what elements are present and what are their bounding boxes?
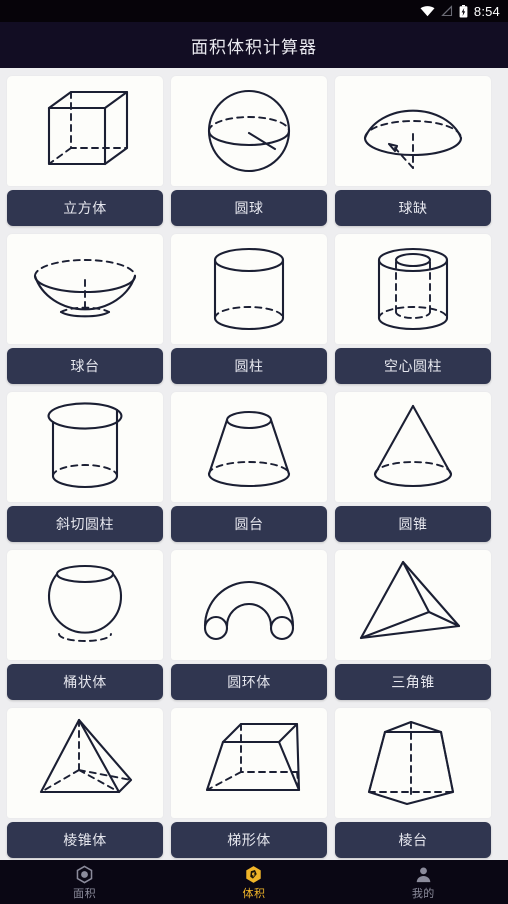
shape-card-label[interactable]: 空心圆柱: [335, 348, 491, 384]
nav-item-label: 体积: [242, 888, 266, 900]
oblique-cylinder-icon: [7, 392, 163, 502]
shape-card-label[interactable]: 球台: [7, 348, 163, 384]
shape-card-label[interactable]: 斜切圆柱: [7, 506, 163, 542]
hexagon-outline-icon: [75, 865, 94, 884]
shape-card[interactable]: 圆环体: [171, 550, 327, 700]
spherical-segment-icon: [7, 234, 163, 344]
person-icon: [414, 865, 433, 884]
shape-card-label[interactable]: 圆球: [171, 190, 327, 226]
status-bar: 8:54: [0, 0, 508, 22]
spherical-cap-icon: [335, 76, 491, 186]
pyramid-icon: [7, 708, 163, 818]
shape-card-label[interactable]: 圆柱: [171, 348, 327, 384]
shape-card[interactable]: 球台: [7, 234, 163, 384]
shape-card-label[interactable]: 圆台: [171, 506, 327, 542]
shape-card[interactable]: 球缺: [335, 76, 491, 226]
page-title: 面积体积计算器: [191, 37, 317, 57]
shape-card[interactable]: 梯形体: [171, 708, 327, 858]
shape-grid: 立方体 圆球 球缺 球台 圆柱 空心圆柱 斜切圆柱 圆台 圆锥 桶状体 圆环体 …: [7, 76, 501, 860]
shape-card[interactable]: 圆球: [171, 76, 327, 226]
app-title-bar: 面积体积计算器: [0, 22, 508, 68]
prismatoid-frustum-icon: [335, 708, 491, 818]
shape-card[interactable]: 桶状体: [7, 550, 163, 700]
shape-card-label[interactable]: 圆锥: [335, 506, 491, 542]
shape-card-label[interactable]: 棱锥体: [7, 822, 163, 858]
shape-card[interactable]: 圆锥: [335, 392, 491, 542]
shape-card[interactable]: 圆柱: [171, 234, 327, 384]
shape-card-label[interactable]: 梯形体: [171, 822, 327, 858]
shape-card[interactable]: 棱锥体: [7, 708, 163, 858]
signal-off-icon: [441, 5, 453, 17]
cone-icon: [335, 392, 491, 502]
tetrahedron-icon: [335, 550, 491, 660]
shape-card-label[interactable]: 桶状体: [7, 664, 163, 700]
bottom-navigation: 面积 体积 我的: [0, 860, 508, 904]
app-root: 8:54 面积体积计算器 立方体 圆球 球缺 球台 圆柱 空心圆柱 斜切圆柱 圆…: [0, 0, 508, 904]
shape-card-label[interactable]: 圆环体: [171, 664, 327, 700]
status-time: 8:54: [473, 3, 500, 19]
nav-item-面积[interactable]: 面积: [0, 860, 169, 904]
nav-item-我的[interactable]: 我的: [339, 860, 508, 904]
shape-grid-scroll[interactable]: 立方体 圆球 球缺 球台 圆柱 空心圆柱 斜切圆柱 圆台 圆锥 桶状体 圆环体 …: [0, 68, 508, 860]
hexagon-cube-icon: [244, 865, 263, 884]
cube-icon: [7, 76, 163, 186]
wifi-icon: [420, 5, 435, 17]
conical-frustum-icon: [171, 392, 327, 502]
shape-card[interactable]: 立方体: [7, 76, 163, 226]
shape-card[interactable]: 三角锥: [335, 550, 491, 700]
nav-item-label: 我的: [411, 888, 435, 900]
battery-charging-icon: [459, 4, 468, 18]
shape-card-label[interactable]: 棱台: [335, 822, 491, 858]
shape-card[interactable]: 圆台: [171, 392, 327, 542]
barrel-icon: [7, 550, 163, 660]
shape-card-label[interactable]: 球缺: [335, 190, 491, 226]
torus-icon: [171, 550, 327, 660]
shape-card[interactable]: 斜切圆柱: [7, 392, 163, 542]
trapezoidal-prism-icon: [171, 708, 327, 818]
cylinder-icon: [171, 234, 327, 344]
shape-card-label[interactable]: 三角锥: [335, 664, 491, 700]
shape-card[interactable]: 空心圆柱: [335, 234, 491, 384]
nav-item-label: 面积: [73, 888, 97, 900]
sphere-icon: [171, 76, 327, 186]
nav-item-体积[interactable]: 体积: [169, 860, 338, 904]
shape-card[interactable]: 棱台: [335, 708, 491, 858]
shape-card-label[interactable]: 立方体: [7, 190, 163, 226]
hollow-cylinder-icon: [335, 234, 491, 344]
